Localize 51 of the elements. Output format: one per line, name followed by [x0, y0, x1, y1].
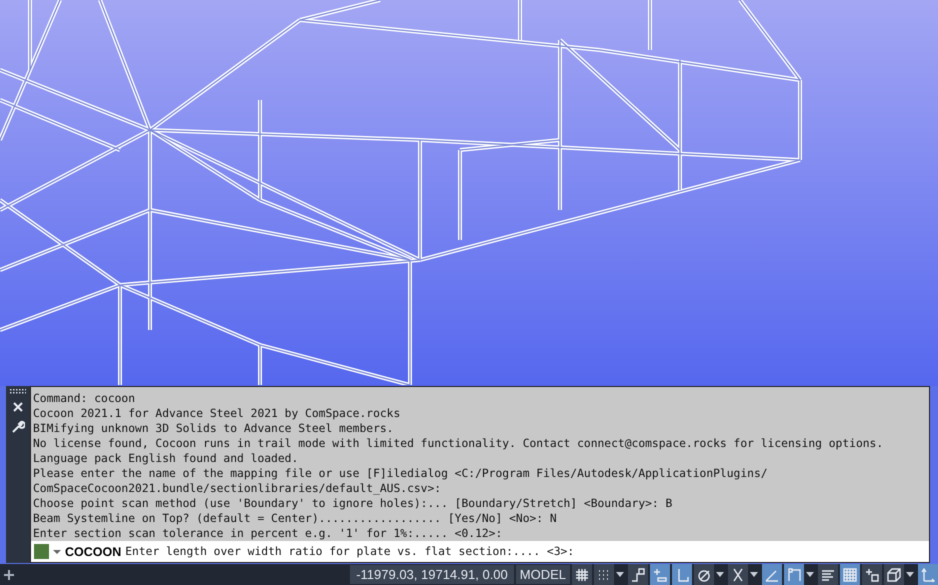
crosshair-icon	[731, 568, 745, 582]
toggle-button[interactable]	[728, 564, 748, 585]
command-history-line: Cocoon 2021.1 for Advance Steel 2021 by ComSpace.rocks	[33, 406, 402, 421]
toggle-button[interactable]	[628, 564, 648, 585]
frame-corner-icon	[787, 568, 801, 582]
grid-icon	[575, 568, 589, 582]
toggle-button[interactable]	[840, 564, 860, 585]
command-name: COCOON	[65, 544, 122, 558]
wrench-icon[interactable]	[11, 420, 25, 434]
caret-icon[interactable]	[750, 572, 758, 577]
command-history-line: Beam Systemline on Top? (default = Center).................. [Yes/No] <No>: N	[33, 511, 558, 526]
command-history-line: ComSpaceCocoon2021.bundle/sectionlibraries/default_AUS.csv>:	[33, 481, 442, 496]
command-history-line: Enter section scan tolerance in percent e.g. '1' for 1%:..... <0.12>:	[33, 526, 504, 541]
coordinates-readout: -11979.03, 19714.91, 0.00	[350, 565, 514, 584]
toggle-button[interactable]	[762, 564, 782, 585]
toggle-button[interactable]	[862, 564, 882, 585]
close-icon[interactable]	[12, 401, 24, 413]
lines-icon	[821, 568, 835, 582]
cube-icon	[887, 568, 901, 582]
toggle-button[interactable]	[884, 564, 904, 585]
command-history-line: Language pack English found and loaded.	[33, 451, 300, 466]
toggle-button[interactable]	[784, 564, 804, 585]
checker-icon	[843, 568, 857, 582]
add-layout-icon[interactable]	[4, 570, 14, 580]
step-icon	[631, 568, 645, 582]
caret-icon[interactable]	[716, 572, 724, 577]
command-history-line: BIMifying unknown 3D Solids to Advance Steel members.	[33, 421, 394, 436]
command-input-field[interactable]: COCOON Enter length over width ratio for plate vs. flat section:.... <3>:	[31, 541, 929, 562]
toggle-button[interactable]	[694, 564, 714, 585]
toggle-button[interactable]	[918, 564, 938, 585]
axes-icon	[921, 568, 935, 582]
caret-icon[interactable]	[616, 572, 624, 577]
command-history-line: No license found, Cocoon runs in trail mode with limited functionality. Contact connect@comspace.rocks for licensing options.	[33, 436, 884, 451]
caret-icon[interactable]	[806, 572, 814, 577]
command-history-line: Please enter the name of the mapping file or use [F]iledialog <C:/Program Files/Autodesk/ApplicationPlugins/	[33, 466, 769, 481]
dot-grid-icon	[597, 568, 611, 582]
toggle-button[interactable]	[650, 564, 670, 585]
command-history-line: Command: cocoon	[33, 391, 136, 406]
grip-icon[interactable]	[10, 389, 26, 394]
command-prompt: Enter length over width ratio for plate vs. flat section:.... <3>:	[125, 545, 574, 558]
caret-icon[interactable]	[53, 548, 61, 554]
toggle-button[interactable]	[572, 564, 592, 585]
toggle-button[interactable]	[818, 564, 838, 585]
model-space-button[interactable]: MODEL	[516, 565, 570, 584]
caret-icon[interactable]	[906, 572, 914, 577]
toggle-button[interactable]	[594, 564, 614, 585]
toggle-button[interactable]	[672, 564, 692, 585]
command-history-line: Choose point scan method (use 'Boundary' to ignore holes):... [Boundary/Stretch] <Boundary>: B	[33, 496, 674, 511]
angle-icon	[765, 568, 779, 582]
polar-icon	[697, 568, 711, 582]
plus-field-icon	[653, 568, 667, 582]
